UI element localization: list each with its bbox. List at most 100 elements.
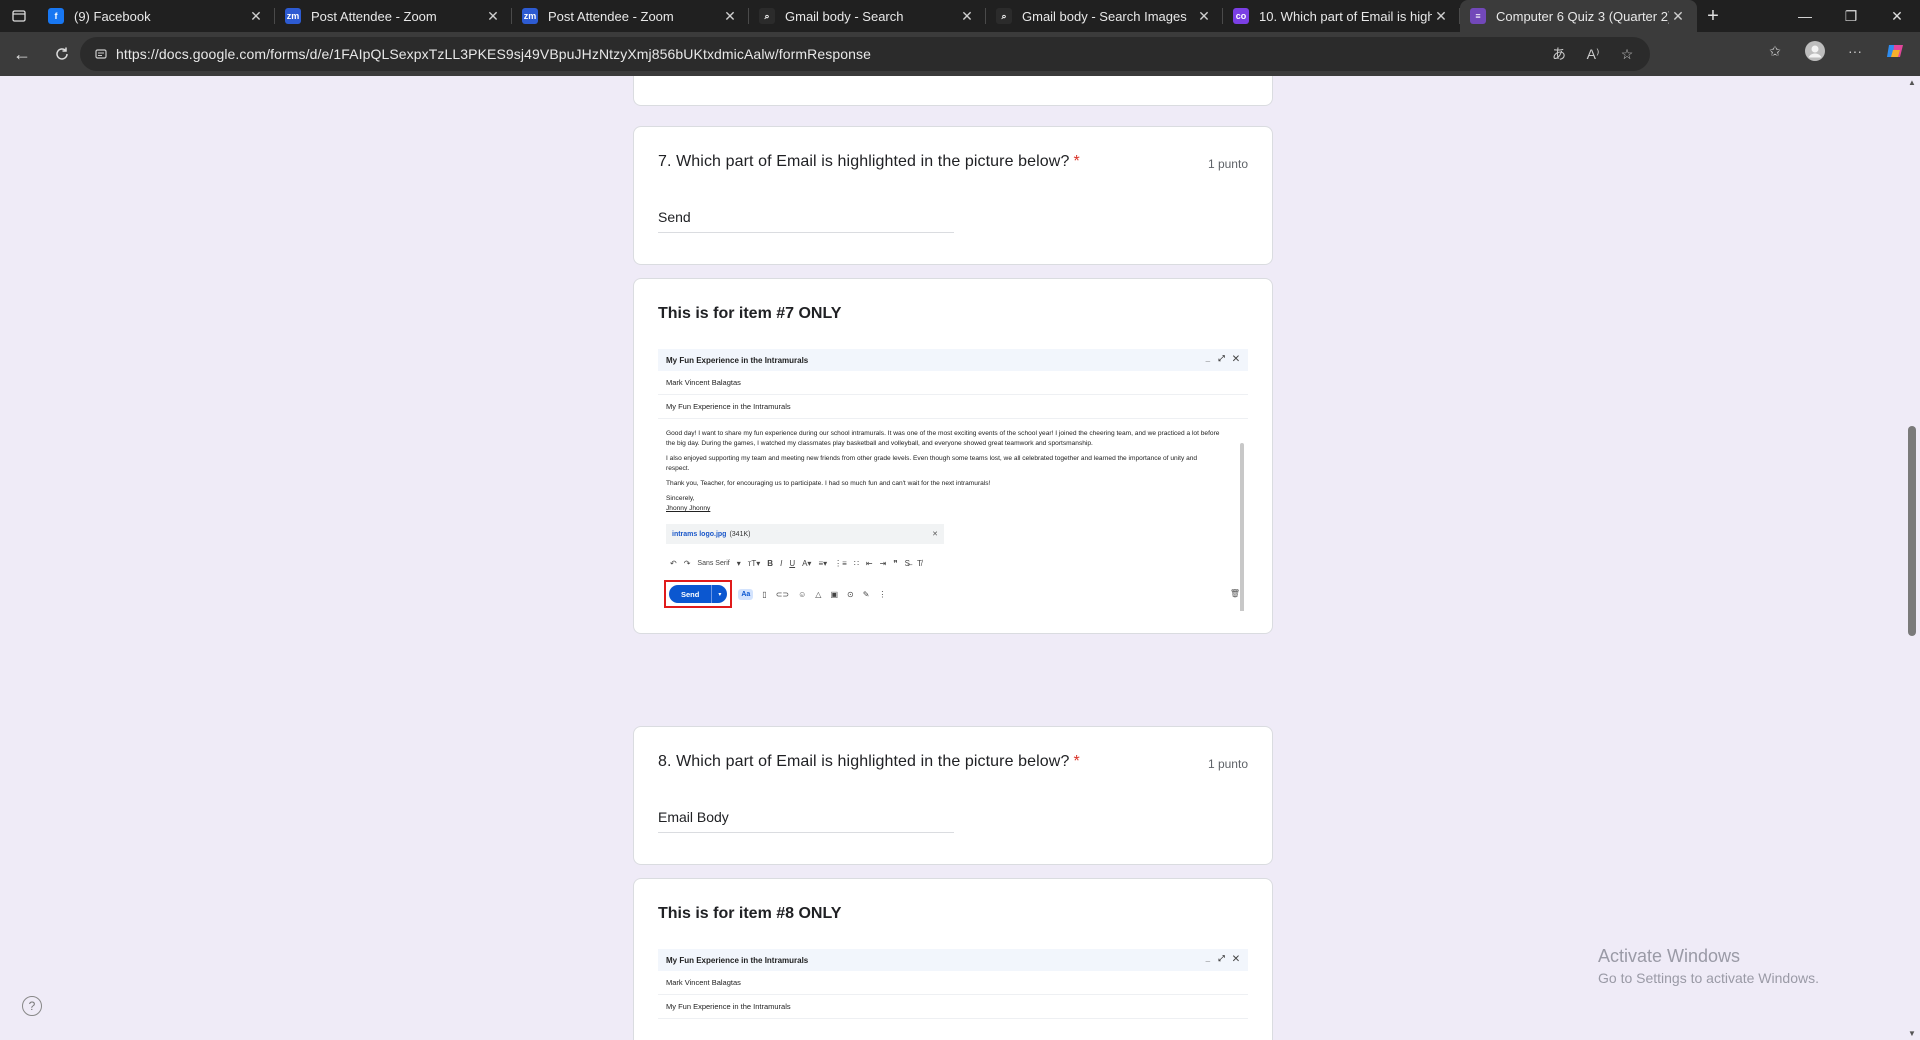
text-size-icon: тT▾ xyxy=(747,558,761,568)
browser-tab[interactable]: zm Post Attendee - Zoom ✕ xyxy=(275,0,512,32)
scroll-up-icon[interactable]: ▲ xyxy=(1907,78,1917,87)
body-paragraph: I also enjoyed supporting my team and me… xyxy=(666,455,1198,472)
compose-header: My Fun Experience in the Intramurals _ ⤢… xyxy=(658,949,1248,971)
previous-question-card xyxy=(633,76,1273,106)
image-card-7: This is for item #7 ONLY My Fun Experien… xyxy=(633,278,1273,634)
align-icon: ≡▾ xyxy=(818,558,828,568)
remove-attachment-icon: ✕ xyxy=(932,531,938,538)
more-options-icon[interactable]: ··· xyxy=(1840,36,1870,66)
minimize-icon[interactable]: — xyxy=(1782,0,1828,32)
points-label: 1 punto xyxy=(1207,757,1248,771)
answer-input[interactable]: Email Body xyxy=(658,809,954,833)
subject-field: My Fun Experience in the Intramurals xyxy=(658,995,1248,1019)
close-tab-icon[interactable]: ✕ xyxy=(958,8,976,25)
insert-link-icon: ⊂⊃ xyxy=(775,589,790,599)
tab-title: Gmail body - Search Images xyxy=(1022,8,1187,24)
points-label: 1 punto xyxy=(1207,157,1248,171)
strikethrough-icon: S̶ xyxy=(904,558,910,568)
insert-photo-icon: ▣ xyxy=(830,589,838,599)
emoji-icon: ☺ xyxy=(798,589,807,599)
confidential-mode-icon: ⊙ xyxy=(847,589,854,599)
clear-format-icon: T̸ xyxy=(916,558,922,568)
browser-tab[interactable]: ⌕ Gmail body - Search Images ✕ xyxy=(986,0,1223,32)
favorites-icon[interactable]: ✩ xyxy=(1760,36,1790,66)
scrollbar-thumb[interactable] xyxy=(1908,426,1916,636)
address-bar[interactable]: https://docs.google.com/forms/d/e/1FAIpQ… xyxy=(80,37,1650,71)
toolbar: ← https://docs.google.com/forms/d/e/1FAI… xyxy=(0,32,1920,76)
search-icon: ⌕ xyxy=(996,8,1012,24)
drive-icon: △ xyxy=(815,589,822,599)
image-card-8: This is for item #8 ONLY My Fun Experien… xyxy=(633,878,1273,1040)
scroll-down-icon[interactable]: ▼ xyxy=(1907,1029,1917,1038)
browser-tab[interactable]: co 10. Which part of Email is highlig ✕ xyxy=(1223,0,1460,32)
numbered-list-icon: ⋮≡ xyxy=(834,558,847,568)
site-info-icon[interactable] xyxy=(86,47,116,61)
translate-icon[interactable]: あ xyxy=(1544,39,1574,69)
discard-draft-icon: 🗑 xyxy=(1229,589,1240,598)
page-scrollbar[interactable]: ▲ ▼ xyxy=(1904,76,1920,1040)
browser-tab[interactable]: ≡ Computer 6 Quiz 3 (Quarter 2) ✕ xyxy=(1460,0,1697,32)
more-options-icon: ⋮ xyxy=(878,589,887,599)
redo-icon: ↷ xyxy=(683,558,691,568)
email-compose-image: My Fun Experience in the Intramurals _ ⤢… xyxy=(658,949,1248,1040)
browser-tab[interactable]: f (9) Facebook ✕ xyxy=(38,0,275,32)
activate-windows-watermark: Activate Windows Go to Settings to activ… xyxy=(1598,946,1819,986)
close-tab-icon[interactable]: ✕ xyxy=(721,8,739,25)
facebook-icon: f xyxy=(48,8,64,24)
browser-tab[interactable]: ⌕ Gmail body - Search ✕ xyxy=(749,0,986,32)
question-title: 7. Which part of Email is highlighted in… xyxy=(658,153,1080,171)
back-icon[interactable]: ← xyxy=(4,36,40,72)
indent-more-icon: ⇥ xyxy=(879,558,887,568)
body-paragraph: Good day! I want to share my fun experie… xyxy=(666,430,1220,447)
read-aloud-icon[interactable]: A⁾ xyxy=(1578,39,1608,69)
forms-icon: ≡ xyxy=(1470,8,1486,24)
favorite-star-icon[interactable]: ☆ xyxy=(1612,39,1642,69)
zoom-icon: zm xyxy=(522,8,538,24)
close-tab-icon[interactable]: ✕ xyxy=(1195,8,1213,25)
attachment-chip: intrams logo.jpg (341K) ✕ xyxy=(666,524,944,544)
send-options-icon: ▾ xyxy=(711,585,728,603)
tab-title: Computer 6 Quiz 3 (Quarter 2) xyxy=(1496,8,1669,24)
section-title: This is for item #8 ONLY xyxy=(658,905,842,922)
highlight-box: Send ▾ xyxy=(664,580,733,608)
italic-icon: I xyxy=(780,558,783,568)
quote-icon: ❞ xyxy=(893,558,898,568)
undo-icon: ↶ xyxy=(670,558,677,568)
compose-window-controls-icon: _ ⤢ ✕ xyxy=(1205,954,1242,963)
dropdown-arrow-icon: ▾ xyxy=(736,558,741,568)
restore-icon[interactable]: ❐ xyxy=(1828,0,1874,32)
activate-subtitle: Go to Settings to activate Windows. xyxy=(1598,970,1819,986)
subject-field: My Fun Experience in the Intramurals xyxy=(658,395,1248,419)
compose-window-controls-icon: _ ⤢ ✕ xyxy=(1205,354,1242,363)
signature-icon: ✎ xyxy=(862,589,870,599)
search-icon: ⌕ xyxy=(759,8,775,24)
send-tools: Aa ▯ ⊂⊃ ☺ △ ▣ ⊙ ✎ ⋮ xyxy=(738,588,887,600)
to-field: Mark Vincent Balagtas xyxy=(658,971,1248,995)
refresh-icon[interactable] xyxy=(44,36,80,72)
underline-icon: U xyxy=(789,558,796,568)
font-select: Sans Serif xyxy=(697,559,730,567)
tab-actions-icon[interactable] xyxy=(0,0,38,32)
close-tab-icon[interactable]: ✕ xyxy=(484,8,502,25)
url-text: https://docs.google.com/forms/d/e/1FAIpQ… xyxy=(116,46,871,62)
close-tab-icon[interactable]: ✕ xyxy=(247,8,265,25)
browser-tab[interactable]: zm Post Attendee - Zoom ✕ xyxy=(512,0,749,32)
tab-title: Post Attendee - Zoom xyxy=(548,8,674,24)
copilot-icon[interactable] xyxy=(1880,36,1910,66)
bold-icon: B xyxy=(767,558,774,568)
attach-file-icon: ▯ xyxy=(762,589,767,599)
form-page: 7. Which part of Email is highlighted in… xyxy=(0,76,1904,1040)
send-row: Send ▾ Aa ▯ ⊂⊃ ☺ △ ▣ ⊙ ✎ ⋮ 🗑 xyxy=(658,578,1248,610)
close-tab-icon[interactable]: ✕ xyxy=(1669,8,1687,25)
compose-title: My Fun Experience in the Intramurals xyxy=(666,355,809,365)
close-window-icon[interactable]: ✕ xyxy=(1874,0,1920,32)
profile-avatar-icon[interactable] xyxy=(1800,36,1830,66)
close-tab-icon[interactable]: ✕ xyxy=(1432,8,1450,25)
send-button-image: Send xyxy=(669,585,712,603)
answer-input[interactable]: Send xyxy=(658,209,954,233)
tab-title: 10. Which part of Email is highlig xyxy=(1259,8,1432,24)
new-tab-button[interactable]: + xyxy=(1697,0,1729,32)
help-icon[interactable]: ? xyxy=(22,996,42,1016)
closing: Sincerely, xyxy=(666,495,695,502)
text-color-icon: A▾ xyxy=(802,558,812,568)
